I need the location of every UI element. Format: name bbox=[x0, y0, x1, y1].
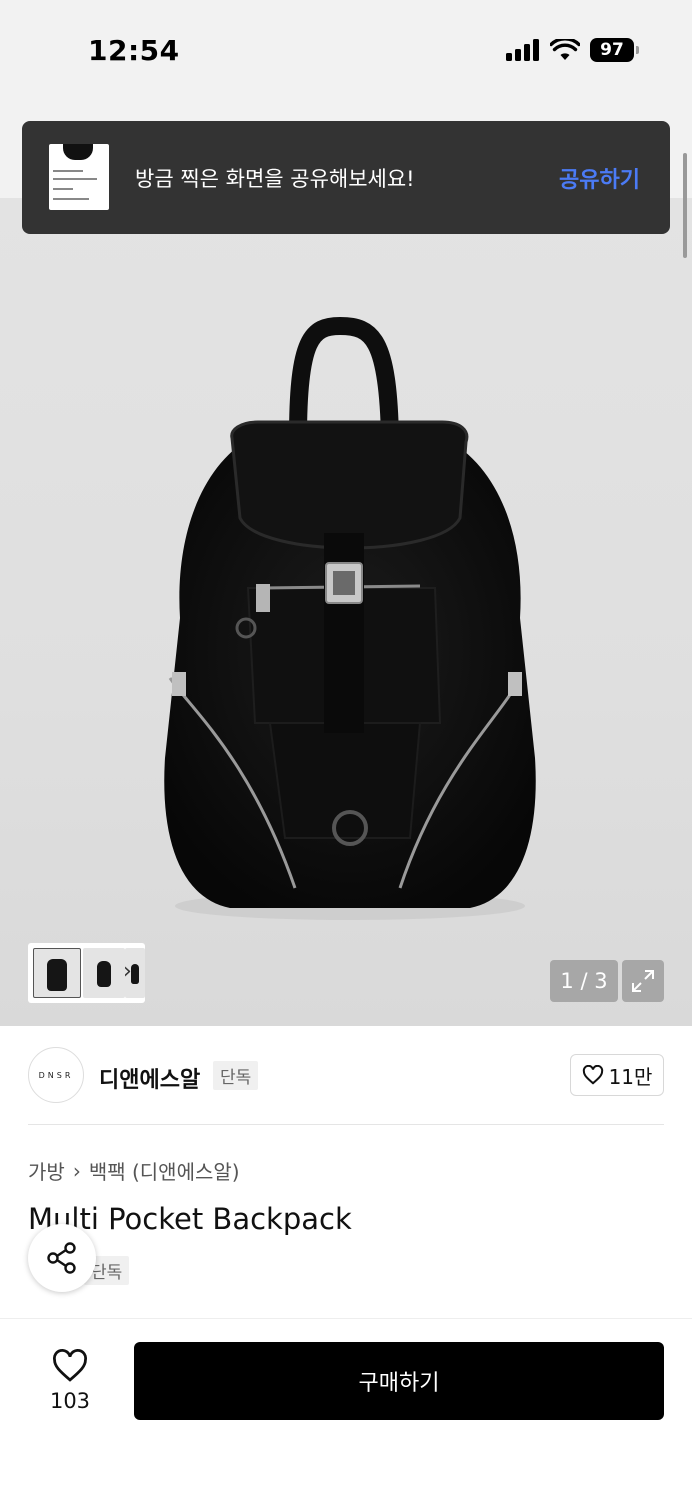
thumbnail-2[interactable] bbox=[83, 948, 125, 998]
heart-icon bbox=[53, 1349, 87, 1382]
page-scrollbar[interactable] bbox=[683, 153, 687, 258]
brand-like-button[interactable]: 11만 bbox=[570, 1054, 664, 1096]
breadcrumb-subcategory[interactable]: 백팩 (디앤에스알) bbox=[89, 1156, 240, 1185]
toast-message: 방금 찍은 화면을 공유해보세요! bbox=[135, 167, 415, 191]
buy-button[interactable]: 구매하기 bbox=[134, 1342, 664, 1420]
expand-button[interactable] bbox=[622, 960, 664, 1002]
brand-logo[interactable]: DNSR bbox=[28, 1047, 84, 1103]
heart-icon bbox=[582, 1065, 603, 1085]
share-button[interactable] bbox=[28, 1224, 96, 1292]
product-image[interactable] bbox=[0, 198, 692, 1026]
backpack-image bbox=[164, 316, 536, 920]
bottom-action-bar: 103 구매하기 bbox=[0, 1318, 692, 1500]
divider bbox=[28, 1124, 664, 1125]
status-icons: 97 bbox=[506, 38, 639, 62]
signal-icon bbox=[506, 39, 539, 61]
expand-icon bbox=[632, 970, 654, 992]
thumbnail-1[interactable] bbox=[33, 948, 81, 998]
brand-exclusive-badge: 단독 bbox=[213, 1061, 259, 1090]
wishlist-count: 103 bbox=[49, 1389, 91, 1413]
wifi-icon bbox=[550, 39, 580, 60]
brand-row: DNSR 디앤에스알 단독 11만 bbox=[0, 1026, 692, 1126]
status-bar: 12:54 97 bbox=[0, 0, 692, 100]
battery-indicator: 97 bbox=[590, 38, 639, 62]
breadcrumb-category[interactable]: 가방 bbox=[28, 1156, 65, 1185]
page-indicator: 1 / 3 bbox=[550, 960, 618, 1002]
chevron-right-icon[interactable]: › bbox=[123, 959, 132, 984]
share-icon bbox=[47, 1242, 76, 1274]
toast-share-button[interactable]: 공유하기 bbox=[559, 162, 640, 194]
chevron-right-icon: › bbox=[72, 1158, 81, 1183]
share-toast: 방금 찍은 화면을 공유해보세요! 공유하기 bbox=[22, 121, 670, 234]
breadcrumb: 가방 › 백팩 (디앤에스알) bbox=[28, 1156, 240, 1185]
wishlist-button[interactable]: 103 bbox=[40, 1349, 100, 1413]
brand-like-count: 11만 bbox=[608, 1064, 653, 1089]
brand-name[interactable]: 디앤에스알 bbox=[99, 1062, 200, 1094]
status-time: 12:54 bbox=[88, 34, 180, 67]
screenshot-thumbnail[interactable] bbox=[49, 144, 109, 210]
